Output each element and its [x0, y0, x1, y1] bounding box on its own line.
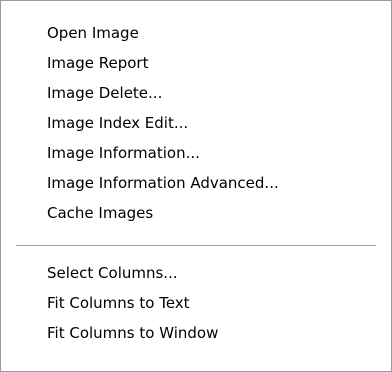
- menu-item-fit-columns-to-text[interactable]: Fit Columns to Text: [47, 291, 190, 315]
- context-menu: Open Image Image Report Image Delete... …: [0, 0, 392, 372]
- menu-item-fit-columns-to-window[interactable]: Fit Columns to Window: [47, 321, 218, 345]
- menu-item-open-image[interactable]: Open Image: [47, 21, 139, 45]
- menu-item-cache-images[interactable]: Cache Images: [47, 201, 153, 225]
- menu-item-select-columns[interactable]: Select Columns...: [47, 261, 178, 285]
- menu-item-image-report[interactable]: Image Report: [47, 51, 148, 75]
- menu-item-image-delete[interactable]: Image Delete...: [47, 81, 162, 105]
- menu-item-image-information[interactable]: Image Information...: [47, 141, 200, 165]
- menu-separator: [16, 245, 376, 247]
- menu-item-image-information-advanced[interactable]: Image Information Advanced...: [47, 171, 279, 195]
- menu-item-image-index-edit[interactable]: Image Index Edit...: [47, 111, 188, 135]
